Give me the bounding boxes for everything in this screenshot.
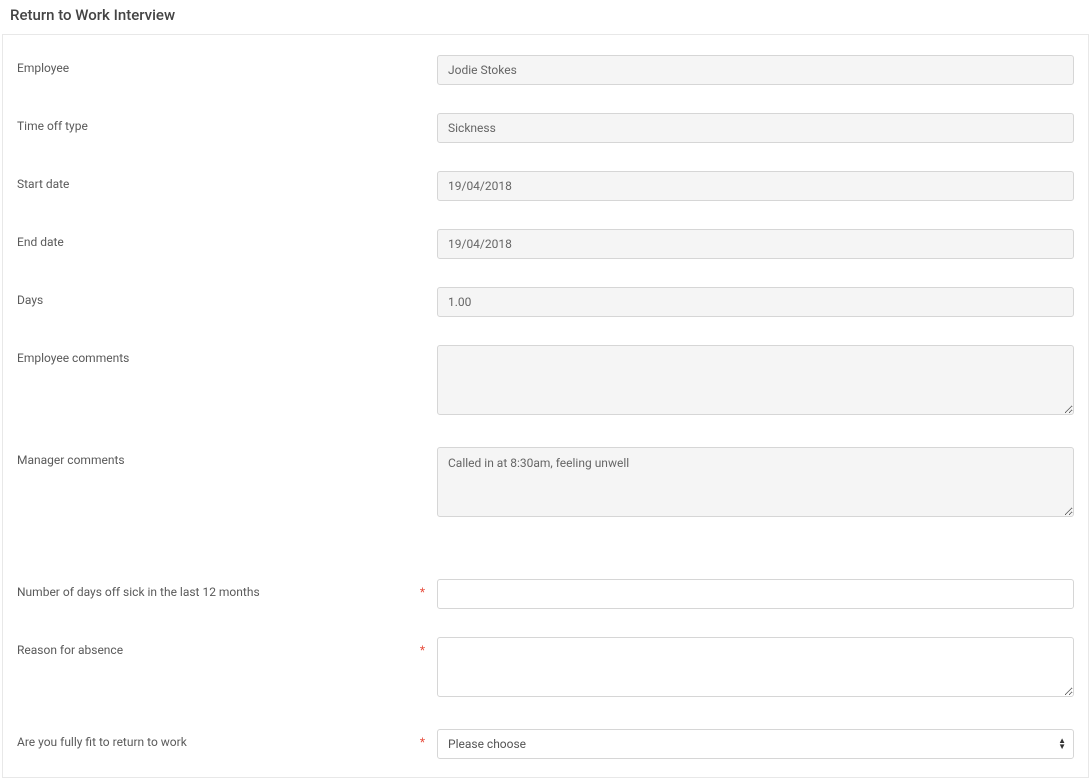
end-date-field <box>437 229 1074 259</box>
section-spacer <box>17 549 1074 579</box>
page-title: Return to Work Interview <box>0 0 1091 34</box>
label-reason-for-absence-text: Reason for absence <box>17 643 123 657</box>
row-fully-fit: Are you fully fit to return to work * Pl… <box>17 729 1074 759</box>
reason-for-absence-input[interactable] <box>437 637 1074 697</box>
label-employee-comments: Employee comments <box>17 345 437 365</box>
label-reason-for-absence: Reason for absence * <box>17 637 437 657</box>
label-days-off-sick: Number of days off sick in the last 12 m… <box>17 579 437 599</box>
label-start-date: Start date <box>17 171 437 191</box>
row-employee: Employee <box>17 55 1074 85</box>
row-days: Days <box>17 287 1074 317</box>
row-start-date: Start date <box>17 171 1074 201</box>
label-manager-comments: Manager comments <box>17 447 437 467</box>
row-manager-comments: Manager comments Called in at 8:30am, fe… <box>17 447 1074 521</box>
label-end-date: End date <box>17 229 437 249</box>
row-time-off-type: Time off type <box>17 113 1074 143</box>
employee-comments-field <box>437 345 1074 415</box>
label-days-off-sick-text: Number of days off sick in the last 12 m… <box>17 585 260 599</box>
required-marker: * <box>420 643 425 657</box>
manager-comments-field: Called in at 8:30am, feeling unwell <box>437 447 1074 517</box>
label-fully-fit: Are you fully fit to return to work * <box>17 729 437 749</box>
fully-fit-select[interactable]: Please choose <box>437 729 1074 759</box>
label-fully-fit-text: Are you fully fit to return to work <box>17 735 187 749</box>
days-field <box>437 287 1074 317</box>
form-container: Employee Time off type Start date End da… <box>2 34 1089 778</box>
label-employee: Employee <box>17 55 437 75</box>
row-days-off-sick: Number of days off sick in the last 12 m… <box>17 579 1074 609</box>
row-end-date: End date <box>17 229 1074 259</box>
row-employee-comments: Employee comments <box>17 345 1074 419</box>
required-marker: * <box>420 585 425 599</box>
required-marker: * <box>420 735 425 749</box>
time-off-type-field <box>437 113 1074 143</box>
row-reason-for-absence: Reason for absence * <box>17 637 1074 701</box>
employee-field <box>437 55 1074 85</box>
label-days: Days <box>17 287 437 307</box>
days-off-sick-input[interactable] <box>437 579 1074 609</box>
label-time-off-type: Time off type <box>17 113 437 133</box>
start-date-field <box>437 171 1074 201</box>
